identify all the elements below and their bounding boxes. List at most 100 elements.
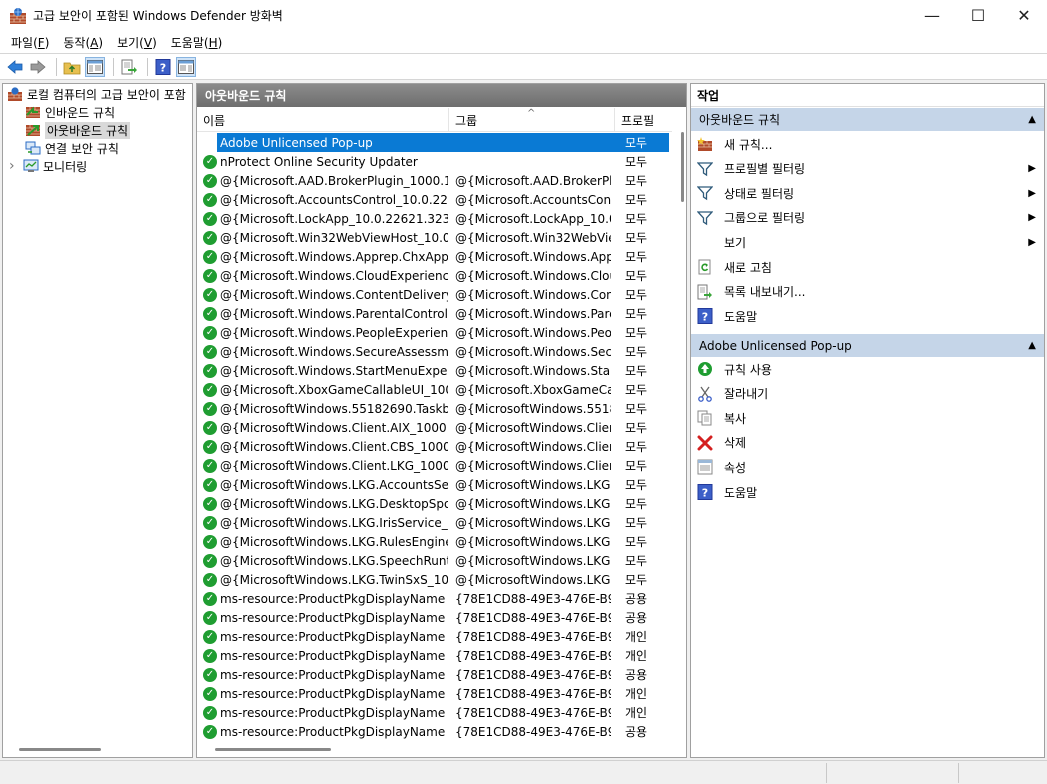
collapse-icon[interactable]: ▲ <box>1028 340 1036 351</box>
filter-icon <box>697 161 713 177</box>
tree-item-inbound-rules[interactable]: 인바운드 규칙 <box>25 103 115 121</box>
table-row[interactable]: ✓ ms-resource:ProductPkgDisplayName {78E1C… <box>197 665 672 684</box>
submenu-arrow-icon: ▶ <box>1028 212 1036 224</box>
table-row[interactable]: ✓ @{MicrosoftWindows.Client.CBS_1000.... @… <box>197 437 672 456</box>
column-header-profile[interactable]: 프로필 <box>615 108 672 132</box>
table-row[interactable]: ✓ @{MicrosoftWindows.55182690.Taskba... @{… <box>197 399 672 418</box>
table-row[interactable]: ✓ nProtect Online Security Updater 모두 <box>197 152 672 171</box>
table-row[interactable]: ✓@{Microsoft.XboxGameCallableUI_1000....… <box>197 380 672 399</box>
table-row[interactable]: ✓ @{MicrosoftWindows.Client.AIX_1000.2...… <box>197 418 672 437</box>
rule-name: nProtect Online Security Updater <box>220 154 418 169</box>
navigation-tree: 로컬 컴퓨터의 고급 보안이 포함 인바운드 규칙 아웃바운드 규칙 연결 보안… <box>2 83 193 758</box>
action-filter[interactable]: 상태로 필터링 ▶ <box>691 181 1044 205</box>
actions-section-selected-rule[interactable]: Adobe Unlicensed Pop-up ▲ <box>691 334 1044 357</box>
column-header-name[interactable]: 이름 <box>197 108 449 132</box>
table-row[interactable]: ✓ @{MicrosoftWindows.LKG.DesktopSpotl... @… <box>197 494 672 513</box>
table-row[interactable]: ✓ @{Microsoft.Windows.CloudExperience... @… <box>197 266 672 285</box>
table-row[interactable]: ✓ ms-resource:ProductPkgDisplayName {78E1C… <box>197 684 672 703</box>
enabled-rule-icon: ✓ <box>203 401 217 416</box>
table-row[interactable]: Adobe Unlicensed Pop-up 모두 <box>197 133 672 152</box>
action-copy[interactable]: 복사 <box>691 406 1044 430</box>
table-row[interactable]: ✓ ms-resource:ProductPkgDisplayName {78E1C… <box>197 627 672 646</box>
tree-item-outbound-rules[interactable]: 아웃바운드 규칙 <box>25 121 131 139</box>
table-row[interactable]: ✓ @{Microsoft.Win32WebViewHost_10.0.... @{… <box>197 228 672 247</box>
table-row[interactable]: ✓ @{Microsoft.LockApp_10.0.22621.3235... @… <box>197 209 672 228</box>
rule-group: @{Microsoft.Windows.Peop... <box>455 325 611 340</box>
vertical-scrollbar[interactable] <box>681 132 684 202</box>
action-properties[interactable]: 속성 <box>691 455 1044 479</box>
tree-horizontal-scrollbar[interactable] <box>19 748 101 751</box>
table-row[interactable]: ✓ @{MicrosoftWindows.LKG.AccountsServ... @… <box>197 475 672 494</box>
help-icon[interactable]: ? <box>153 57 173 77</box>
connection-security-icon <box>25 140 41 156</box>
submenu-arrow-icon: ▶ <box>1028 236 1036 248</box>
svg-text:?: ? <box>160 61 166 74</box>
table-row[interactable]: ✓ @{Microsoft.Windows.Apprep.ChxApp_... @{… <box>197 247 672 266</box>
rule-name: Adobe Unlicensed Pop-up <box>220 135 373 150</box>
table-row[interactable]: ✓ ms-resource:ProductPkgDisplayName {78E1C… <box>197 608 672 627</box>
enabled-rule-icon: ✓ <box>203 477 217 492</box>
table-row[interactable]: ✓ @{MicrosoftWindows.LKG.SpeechRunti... @{… <box>197 551 672 570</box>
table-row[interactable]: ✓ ms-resource:ProductPkgDisplayName {78E1C… <box>197 722 672 741</box>
rule-profile: 모두 <box>625 459 648 473</box>
action-filter[interactable]: 프로필별 필터링 ▶ <box>691 157 1044 181</box>
menu-file[interactable]: 파일(F) <box>4 34 56 51</box>
rule-profile: 모두 <box>625 326 648 340</box>
show-hide-action-pane-icon[interactable] <box>176 56 196 77</box>
forward-arrow-icon[interactable] <box>28 57 48 77</box>
rule-name: @{MicrosoftWindows.LKG.AccountsServ... <box>220 477 448 492</box>
rule-group: {78E1CD88-49E3-476E-B9... <box>455 648 611 663</box>
table-row[interactable]: ✓ ms-resource:ProductPkgDisplayName {78E1C… <box>197 589 672 608</box>
enabled-rule-icon: ✓ <box>203 173 217 188</box>
sort-indicator-icon: ^ <box>527 108 536 119</box>
back-arrow-icon[interactable] <box>5 57 25 77</box>
action-export-list[interactable]: 목록 내보내기... <box>691 280 1044 304</box>
minimize-button[interactable]: — <box>909 0 955 31</box>
show-hide-tree-icon[interactable] <box>85 56 105 77</box>
menu-help[interactable]: 도움말(H) <box>164 34 230 51</box>
list-horizontal-scrollbar[interactable] <box>215 748 331 751</box>
table-row[interactable]: ✓ @{Microsoft.AccountsControl_10.0.226...… <box>197 190 672 209</box>
action-help[interactable]: ? 도움말 <box>691 480 1044 504</box>
collapse-icon[interactable]: ▲ <box>1028 114 1036 125</box>
action-new-rule[interactable]: 새 규칙... <box>691 132 1044 156</box>
table-row[interactable]: ✓ ms-resource:ProductPkgDisplayName {78E1C… <box>197 646 672 665</box>
table-row[interactable]: ✓ @{Microsoft.Windows.ParentalControls_..… <box>197 304 672 323</box>
action-label: 그룹으로 필터링 <box>724 211 806 226</box>
export-list-icon[interactable] <box>119 57 139 77</box>
action-enable-rule[interactable]: 규칙 사용 <box>691 357 1044 381</box>
table-row[interactable]: ✓ @{MicrosoftWindows.LKG.TwinSxS_100... @{… <box>197 570 672 589</box>
action-filter[interactable]: 그룹으로 필터링 ▶ <box>691 206 1044 230</box>
action-delete[interactable]: 삭제 <box>691 431 1044 455</box>
table-row[interactable]: ✓@{Microsoft.Windows.StartMenuExperie...… <box>197 361 672 380</box>
up-folder-icon[interactable] <box>62 57 82 77</box>
actions-section-outbound-rules[interactable]: 아웃바운드 규칙 ▲ <box>691 108 1044 131</box>
tree-item-monitoring[interactable]: › 모니터링 <box>9 157 87 175</box>
maximize-button[interactable]: ☐ <box>955 0 1001 31</box>
action-refresh[interactable]: 새로 고침 <box>691 255 1044 279</box>
enabled-rule-icon: ✓ <box>203 420 217 435</box>
rule-name: ms-resource:ProductPkgDisplayName <box>220 591 446 606</box>
table-row[interactable]: ✓ @{MicrosoftWindows.LKG.RulesEngine_... @… <box>197 532 672 551</box>
table-row[interactable]: ✓@{Microsoft.Windows.SecureAssessmen... @… <box>197 342 672 361</box>
rule-profile: 모두 <box>625 497 648 511</box>
action-cut[interactable]: 잘라내기 <box>691 382 1044 406</box>
action-help[interactable]: ? 도움말 <box>691 304 1044 328</box>
rule-group: {78E1CD88-49E3-476E-B9... <box>455 724 611 739</box>
action-view[interactable]: 보기 ▶ <box>691 230 1044 254</box>
table-row[interactable]: ✓ ms-resource:ProductPkgDisplayName {78E1C… <box>197 703 672 722</box>
table-row[interactable]: ✓@{MicrosoftWindows.Client.LKG_1000.2...… <box>197 456 672 475</box>
tree-item-connection-security-rules[interactable]: 연결 보안 규칙 <box>25 139 119 157</box>
enabled-rule-icon: ✓ <box>203 306 217 321</box>
table-row[interactable]: ✓ @{Microsoft.AAD.BrokerPlugin_1000.19...… <box>197 171 672 190</box>
expand-chevron-icon[interactable]: › <box>9 158 19 174</box>
rule-group: @{Microsoft.Windows.Cont... <box>455 287 611 302</box>
rule-name: @{Microsoft.XboxGameCallableUI_1000.... <box>220 382 448 397</box>
tree-root[interactable]: 로컬 컴퓨터의 고급 보안이 포함 <box>7 85 186 103</box>
table-row[interactable]: ✓ @{Microsoft.Windows.ContentDelivery... @… <box>197 285 672 304</box>
menu-view[interactable]: 보기(V) <box>110 34 164 51</box>
menu-action[interactable]: 동작(A) <box>56 34 110 51</box>
table-row[interactable]: ✓@{Microsoft.Windows.PeopleExperience...… <box>197 323 672 342</box>
close-button[interactable]: ✕ <box>1001 0 1047 31</box>
table-row[interactable]: ✓@{MicrosoftWindows.LKG.IrisService_10..… <box>197 513 672 532</box>
